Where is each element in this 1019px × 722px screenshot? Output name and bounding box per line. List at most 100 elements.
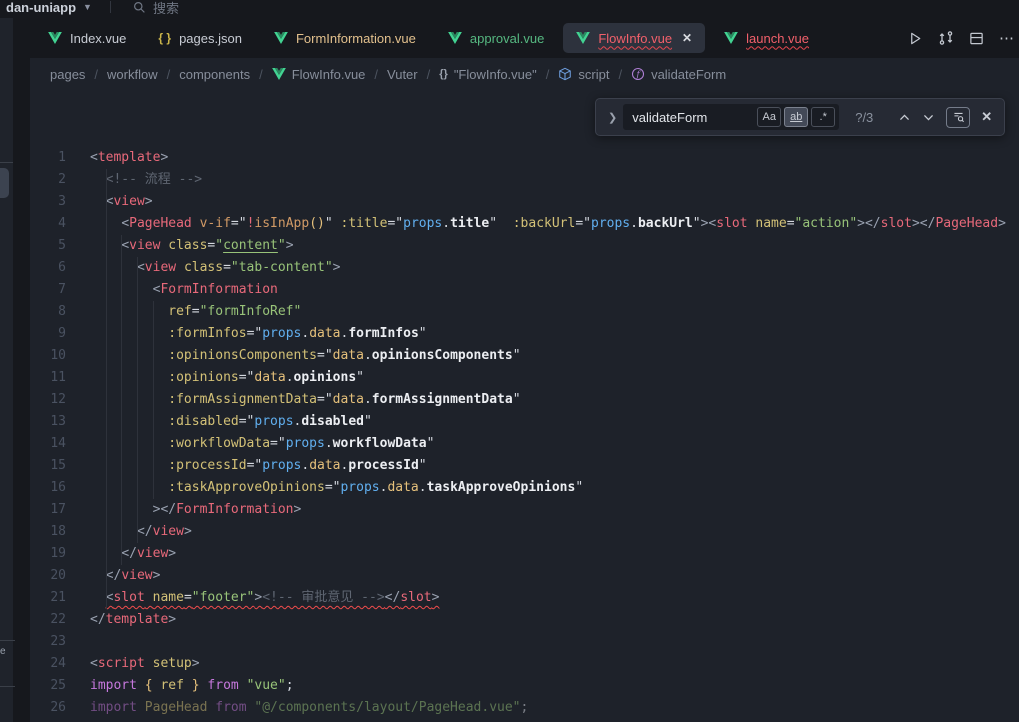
find-option-[interactable]: .* xyxy=(811,107,835,127)
line-number[interactable]: 9 xyxy=(30,323,66,345)
code-line[interactable]: 9 :formInfos="props.data.formInfos" xyxy=(30,323,1019,345)
workspace-title[interactable]: dan-uniapp xyxy=(6,0,76,15)
code-line[interactable]: 15 :processId="props.data.processId" xyxy=(30,455,1019,477)
code-line[interactable]: 21 <slot name="footer"><!-- 审批意见 --></sl… xyxy=(30,587,1019,609)
line-number[interactable]: 13 xyxy=(30,411,66,433)
line-number[interactable]: 24 xyxy=(30,653,66,675)
code-line[interactable]: 5 <view class="content"> xyxy=(30,235,1019,257)
line-number[interactable]: 4 xyxy=(30,213,66,235)
tab-launch.vue[interactable]: launch.vue xyxy=(711,23,822,53)
line-number[interactable]: 21 xyxy=(30,587,66,609)
line-number[interactable]: 7 xyxy=(30,279,66,301)
close-tab-icon[interactable]: ✕ xyxy=(682,31,692,45)
tab-approval.vue[interactable]: approval.vue xyxy=(435,23,557,53)
line-number[interactable]: 12 xyxy=(30,389,66,411)
line-number[interactable]: 5 xyxy=(30,235,66,257)
line-number[interactable]: 25 xyxy=(30,675,66,697)
tab-FlowInfo.vue[interactable]: FlowInfo.vue✕ xyxy=(563,23,705,53)
vue-icon xyxy=(274,32,288,44)
line-number[interactable]: 10 xyxy=(30,345,66,367)
find-option-Aa[interactable]: Aa xyxy=(757,107,781,127)
line-number[interactable]: 22 xyxy=(30,609,66,631)
code-line[interactable]: 6 <view class="tab-content"> xyxy=(30,257,1019,279)
breadcrumb-item-workflow[interactable]: workflow xyxy=(107,67,158,82)
code-line[interactable]: 19 </view> xyxy=(30,543,1019,565)
code-line[interactable]: 13 :disabled="props.disabled" xyxy=(30,411,1019,433)
close-find-icon[interactable]: ✕ xyxy=(981,109,992,125)
code-line[interactable]: 14 :workflowData="props.workflowData" xyxy=(30,433,1019,455)
code-line[interactable]: 8 ref="formInfoRef" xyxy=(30,301,1019,323)
line-number[interactable]: 11 xyxy=(30,367,66,389)
token: FormInformation xyxy=(160,282,277,297)
tab-Index.vue[interactable]: Index.vue xyxy=(35,23,139,53)
token xyxy=(333,216,341,231)
tab-FormInformation.vue[interactable]: FormInformation.vue xyxy=(261,23,429,53)
code-line[interactable]: 20 </view> xyxy=(30,565,1019,587)
vue-icon xyxy=(272,68,286,80)
token: <!-- 审批意见 --> xyxy=(262,590,384,605)
line-number[interactable]: 17 xyxy=(30,499,66,521)
sidebar-active-indicator[interactable] xyxy=(0,168,9,198)
code-line[interactable]: 11 :opinions="data.opinions" xyxy=(30,367,1019,389)
code-line[interactable]: 22</template> xyxy=(30,609,1019,631)
tab-pages.json[interactable]: { }pages.json xyxy=(145,23,255,53)
previous-match-button[interactable] xyxy=(898,111,911,124)
code-area[interactable]: 1<template>2 <!-- 流程 -->3 <view>4 <PageH… xyxy=(30,90,1019,719)
toggle-replace-icon[interactable]: ❯ xyxy=(602,111,623,124)
code-line[interactable]: 7 <FormInformation xyxy=(30,279,1019,301)
line-number[interactable]: 14 xyxy=(30,433,66,455)
code-line[interactable]: 23 xyxy=(30,631,1019,653)
sync-changes-button[interactable] xyxy=(938,30,954,46)
code-line[interactable]: 4 <PageHead v-if="!isInApp()" :title="pr… xyxy=(30,213,1019,235)
code-line[interactable]: 1<template> xyxy=(30,147,1019,169)
breadcrumb-item-Vuter[interactable]: Vuter xyxy=(387,67,418,82)
more-actions-icon[interactable]: ⋯ xyxy=(999,29,1015,47)
breadcrumb-item-FlowInfo.vue[interactable]: FlowInfo.vue xyxy=(272,67,366,82)
code-line[interactable]: 26import PageHead from "@/components/lay… xyxy=(30,697,1019,719)
code-line[interactable]: 16 :taskApproveOpinions="props.data.task… xyxy=(30,477,1019,499)
find-in-selection-button[interactable] xyxy=(946,107,970,128)
line-number[interactable]: 3 xyxy=(30,191,66,213)
line-number[interactable]: 6 xyxy=(30,257,66,279)
line-content: :opinions="data.opinions" xyxy=(90,367,364,389)
code-editor[interactable]: ❯ Aaab.* ?/3 ✕ xyxy=(30,90,1019,722)
code-line[interactable]: 17 ></FormInformation> xyxy=(30,499,1019,521)
code-line[interactable]: 12 :formAssignmentData="data.formAssignm… xyxy=(30,389,1019,411)
token: = xyxy=(184,590,192,605)
run-button[interactable] xyxy=(908,31,923,46)
breadcrumb-item-FlowInfo.vue[interactable]: {}"FlowInfo.vue" xyxy=(439,67,537,82)
line-number[interactable]: 1 xyxy=(30,147,66,169)
token: import xyxy=(90,700,137,715)
line-number[interactable]: 19 xyxy=(30,543,66,565)
line-content: :formInfos="props.data.formInfos" xyxy=(90,323,427,345)
breadcrumb-item-script[interactable]: script xyxy=(558,67,609,82)
code-line[interactable]: 10 :opinionsComponents="data.opinionsCom… xyxy=(30,345,1019,367)
line-number[interactable]: 15 xyxy=(30,455,66,477)
breadcrumb-item-validateForm[interactable]: fvalidateForm xyxy=(631,67,726,82)
line-number[interactable]: 23 xyxy=(30,631,66,653)
line-number[interactable]: 26 xyxy=(30,697,66,719)
code-line[interactable]: 2 <!-- 流程 --> xyxy=(30,169,1019,191)
breadcrumb-label: "FlowInfo.vue" xyxy=(454,67,537,82)
line-number[interactable]: 20 xyxy=(30,565,66,587)
line-number[interactable]: 18 xyxy=(30,521,66,543)
code-line[interactable]: 3 <view> xyxy=(30,191,1019,213)
find-option-ab[interactable]: ab xyxy=(784,107,808,127)
code-line[interactable]: 24<script setup> xyxy=(30,653,1019,675)
find-input[interactable] xyxy=(632,110,754,125)
code-line[interactable]: 25import { ref } from "vue"; xyxy=(30,675,1019,697)
global-search[interactable]: 搜索 xyxy=(133,0,179,17)
token: " xyxy=(693,216,701,231)
split-editor-button[interactable] xyxy=(969,31,984,46)
breadcrumb-item-components[interactable]: components xyxy=(179,67,250,82)
token: </ xyxy=(121,546,137,561)
code-line[interactable]: 18 </view> xyxy=(30,521,1019,543)
line-number[interactable]: 2 xyxy=(30,169,66,191)
line-number[interactable]: 8 xyxy=(30,301,66,323)
sidebar-divider xyxy=(0,686,15,687)
next-match-button[interactable] xyxy=(922,111,935,124)
token: > xyxy=(184,524,192,539)
token: > xyxy=(998,216,1006,231)
breadcrumb-item-pages[interactable]: pages xyxy=(50,67,85,82)
line-number[interactable]: 16 xyxy=(30,477,66,499)
